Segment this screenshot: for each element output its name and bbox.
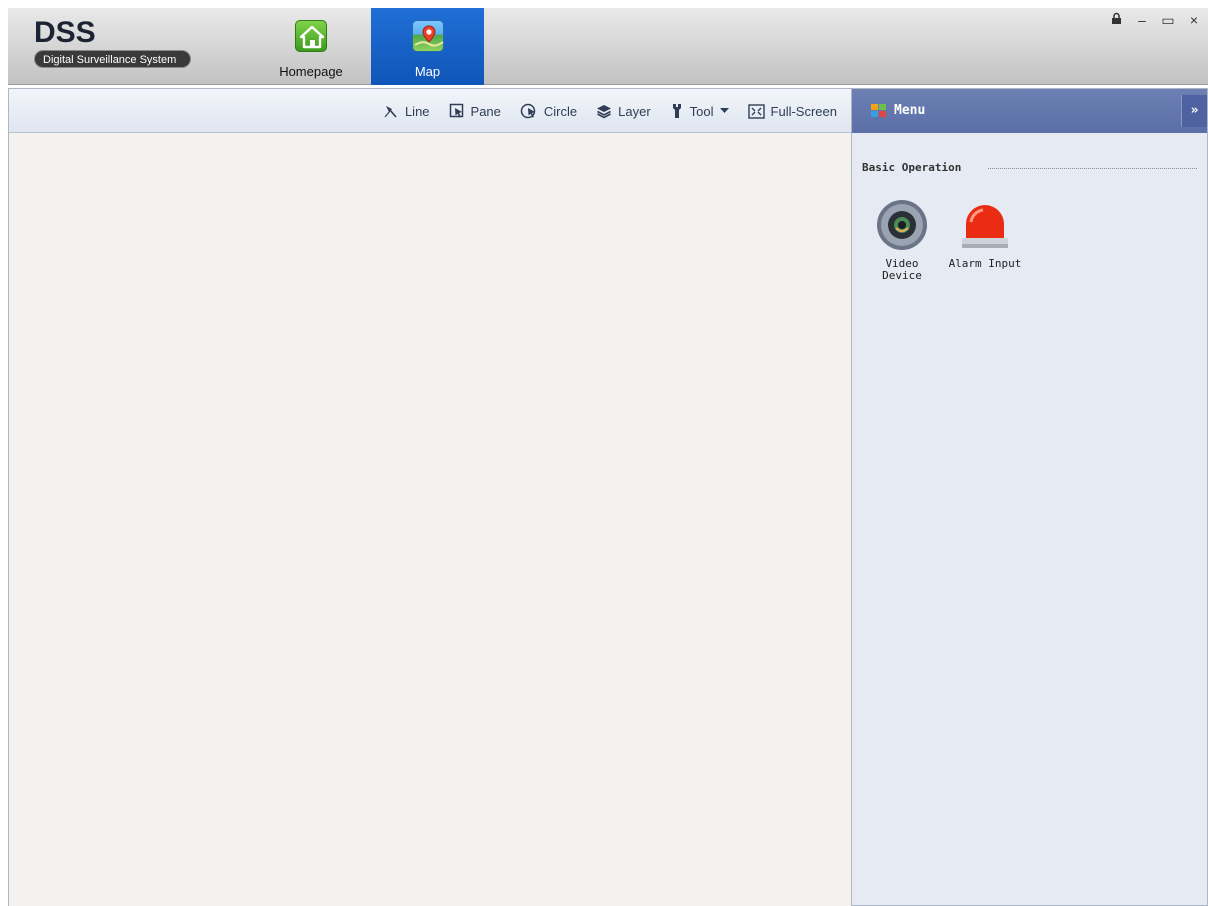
alarm-input-item[interactable]: Alarm Input <box>940 194 1030 270</box>
tab-map[interactable]: Map <box>371 8 484 85</box>
maximize-button[interactable]: ▭ <box>1160 12 1176 28</box>
lock-icon[interactable] <box>1108 12 1124 28</box>
tool-dropdown-button[interactable]: Tool <box>670 103 729 119</box>
alarm-input-label: Alarm Input <box>948 257 1022 270</box>
title-bar: DSS Digital Surveillance System Homepage… <box>8 8 1208 85</box>
pane-tool-button[interactable]: Pane <box>449 103 501 119</box>
operation-list: Video Device Alarm Input <box>852 194 1207 304</box>
alarm-light-icon <box>962 205 1008 248</box>
layer-tool-button[interactable]: Layer <box>596 103 651 119</box>
line-icon <box>384 106 397 118</box>
video-device-icon <box>877 200 927 250</box>
circle-tool-label: Circle <box>543 103 578 119</box>
main-frame: Line Pane Circle Layer Tool Full-Screen … <box>8 88 1208 906</box>
logo-subtitle: Digital Surveillance System <box>34 50 192 68</box>
tool-dropdown-label: Tool <box>689 103 714 119</box>
pane-icon <box>449 103 463 118</box>
caret-down-icon <box>719 108 729 113</box>
collapse-panel-button[interactable]: » <box>1181 95 1207 127</box>
section-title: Basic Operation <box>862 161 964 174</box>
line-tool-label: Line <box>404 103 430 119</box>
tab-map-label: Map <box>414 64 441 79</box>
fullscreen-label: Full-Screen <box>770 103 837 119</box>
minimize-button[interactable]: – <box>1134 12 1150 28</box>
home-icon <box>295 20 327 52</box>
map-canvas[interactable] <box>9 133 851 906</box>
tab-homepage[interactable]: Homepage <box>271 8 351 85</box>
map-toolbar: Line Pane Circle Layer Tool Full-Screen <box>9 89 851 133</box>
menu-panel-header: Menu » <box>852 89 1207 133</box>
basic-operation-section: Basic Operation <box>862 158 1197 174</box>
fullscreen-icon <box>747 103 765 119</box>
layer-icon <box>597 105 612 119</box>
circle-icon <box>520 103 536 119</box>
menu-grid-icon <box>871 104 886 117</box>
circle-tool-button[interactable]: Circle <box>520 103 577 119</box>
video-device-label-line2: Device <box>882 269 922 282</box>
video-device-item[interactable]: Video Device <box>868 194 936 282</box>
tab-homepage-label: Homepage <box>279 64 343 79</box>
wrench-icon <box>672 104 681 118</box>
logo-title: DSS <box>34 16 96 49</box>
map-icon <box>411 20 444 52</box>
line-tool-button[interactable]: Line <box>383 103 430 119</box>
layer-tool-label: Layer <box>618 103 651 119</box>
section-divider <box>988 168 1197 169</box>
menu-panel: Menu » Basic Operation Video Device Alar… <box>851 89 1207 905</box>
app-logo: DSS Digital Surveillance System <box>34 16 192 68</box>
pane-tool-label: Pane <box>470 103 501 119</box>
menu-panel-title: Menu <box>894 103 926 118</box>
window-controls: – ▭ × <box>1108 12 1202 28</box>
close-button[interactable]: × <box>1186 12 1202 28</box>
fullscreen-button[interactable]: Full-Screen <box>747 103 837 119</box>
